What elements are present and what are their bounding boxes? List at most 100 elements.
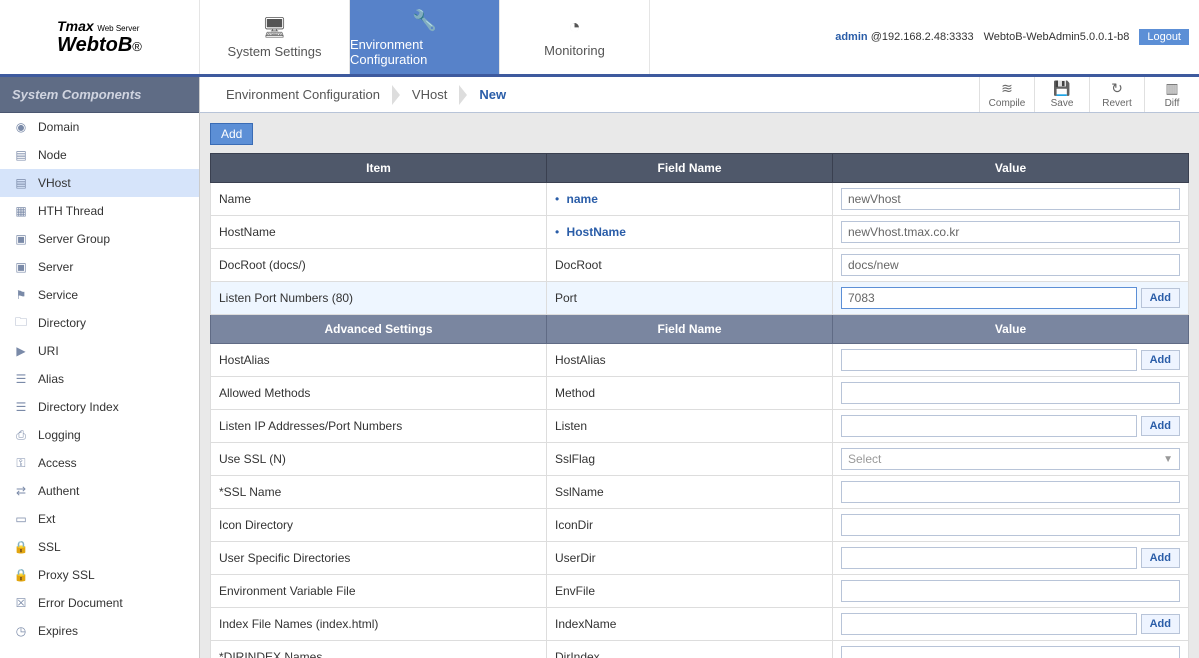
compile-button[interactable]: ≋Compile — [979, 77, 1034, 112]
sidebar-item-label: URI — [38, 344, 59, 358]
nav-tab-system-settings[interactable]: 🖥 System Settings — [200, 0, 350, 74]
sidebar-item-ssl[interactable]: 🔒SSL — [0, 533, 199, 561]
revert-button[interactable]: ↻Revert — [1089, 77, 1144, 112]
field-cell: Port — [547, 282, 833, 315]
add-hostalias-button[interactable]: Add — [1141, 350, 1180, 370]
input-method[interactable] — [841, 382, 1180, 404]
table-row: Listen IP Addresses/Port NumbersListen Ad… — [211, 410, 1189, 443]
tool-label: Save — [1051, 98, 1074, 109]
sidebar-item-service[interactable]: ⚑Service — [0, 281, 199, 309]
sidebar-item-label: Server Group — [38, 232, 110, 246]
field-cell: SslFlag — [547, 443, 833, 476]
sidebar-item-directory[interactable]: 🗀Directory — [0, 309, 199, 337]
add-userdir-button[interactable]: Add — [1141, 548, 1180, 568]
add-indexname-button[interactable]: Add — [1141, 614, 1180, 634]
sidebar-icon: 🔒 — [14, 568, 28, 582]
item-cell: Environment Variable File — [211, 575, 547, 608]
sidebar-icon: ☒ — [14, 596, 28, 610]
input-indexname[interactable] — [841, 613, 1137, 635]
input-userdir[interactable] — [841, 547, 1137, 569]
add-port-button[interactable]: Add — [1141, 288, 1180, 308]
add-button[interactable]: Add — [210, 123, 253, 145]
sidebar-item-server[interactable]: ▣Server — [0, 253, 199, 281]
input-dirindex[interactable] — [841, 646, 1180, 658]
breadcrumb-item[interactable]: New — [467, 77, 526, 112]
nav-tab-icon: 🖥 — [262, 15, 287, 40]
sidebar-icon: ◉ — [14, 120, 28, 134]
sidebar-icon: ▭ — [14, 512, 28, 526]
chevron-down-icon: ▼ — [1163, 454, 1173, 465]
field-cell: Listen — [547, 410, 833, 443]
value-cell — [833, 476, 1189, 509]
value-cell — [833, 641, 1189, 658]
th-adv-value: Value — [833, 315, 1189, 344]
input-listen[interactable] — [841, 415, 1137, 437]
nav-tab-monitoring[interactable]: ◔Monitoring — [500, 0, 650, 74]
field-cell: DocRoot — [547, 249, 833, 282]
sidebar-item-expires[interactable]: ◷Expires — [0, 617, 199, 645]
table-row: User Specific DirectoriesUserDirAdd — [211, 542, 1189, 575]
item-cell: Listen IP Addresses/Port Numbers — [211, 410, 547, 443]
input-icondir[interactable] — [841, 514, 1180, 536]
input-hostalias[interactable] — [841, 349, 1137, 371]
sidebar-item-label: Server — [38, 260, 73, 274]
select-sslflag[interactable]: Select▼ — [841, 448, 1180, 470]
logo: Tmax Web Server WebtoB® — [0, 0, 200, 74]
input-sslname[interactable] — [841, 481, 1180, 503]
input-envfile[interactable] — [841, 580, 1180, 602]
sidebar-item-ext[interactable]: ▭ Ext — [0, 505, 199, 533]
sidebar-item-logging[interactable]: ⎙Logging — [0, 421, 199, 449]
add-listen-button[interactable]: Add — [1141, 416, 1180, 436]
th-adv: Advanced Settings — [211, 315, 547, 344]
breadcrumb-item[interactable]: VHost — [400, 77, 467, 112]
sidebar-item-server-group[interactable]: ▣ Server Group — [0, 225, 199, 253]
value-cell — [833, 509, 1189, 542]
sidebar-icon: ▶ — [14, 344, 28, 358]
breadcrumb-item[interactable]: Environment Configuration — [214, 77, 400, 112]
sidebar-icon: ▣ — [14, 232, 28, 246]
sidebar-item-label: Ext — [38, 512, 55, 526]
field-cell: IndexName — [547, 608, 833, 641]
sidebar-item-authent[interactable]: ⇄Authent — [0, 477, 199, 505]
sidebar-item-label: Node — [38, 148, 67, 162]
sidebar-item-domain[interactable]: ◉Domain — [0, 113, 199, 141]
sidebar-icon: ⚑ — [14, 288, 28, 302]
input-name[interactable] — [841, 188, 1180, 210]
sidebar-item-proxy-ssl[interactable]: 🔒 Proxy SSL — [0, 561, 199, 589]
sidebar-item-label: Access — [38, 456, 77, 470]
item-cell: Use SSL (N) — [211, 443, 547, 476]
sidebar-item-error-document[interactable]: ☒Error Document — [0, 589, 199, 617]
input-port[interactable] — [841, 287, 1137, 309]
item-cell: Name — [211, 183, 547, 216]
brand-reg: ® — [132, 39, 142, 54]
value-cell: Select▼ — [833, 443, 1189, 476]
table-row: Allowed MethodsMethod — [211, 377, 1189, 410]
nav-tab-label: Environment Configuration — [350, 37, 499, 67]
sidebar-item-directory-index[interactable]: ☰Directory Index — [0, 393, 199, 421]
tool-label: Diff — [1165, 98, 1180, 109]
diff-button[interactable]: ▥Diff — [1144, 77, 1199, 112]
nav-tab-label: System Settings — [228, 44, 322, 59]
sidebar-icon: 🗀 — [14, 316, 28, 330]
input-hostname[interactable] — [841, 221, 1180, 243]
field-cell: Method — [547, 377, 833, 410]
sidebar-item-hth-thread[interactable]: ▦HTH Thread — [0, 197, 199, 225]
save-button[interactable]: 💾Save — [1034, 77, 1089, 112]
sidebar-item-uri[interactable]: ▶ URI — [0, 337, 199, 365]
sidebar-item-label: HTH Thread — [38, 204, 104, 218]
revert-icon: ↻ — [1111, 80, 1123, 97]
table-row: *SSL NameSslName — [211, 476, 1189, 509]
logout-button[interactable]: Logout — [1139, 29, 1189, 45]
sidebar-item-access[interactable]: ⚿Access — [0, 449, 199, 477]
field-cell: • name — [547, 183, 833, 216]
value-cell: Add — [833, 608, 1189, 641]
sidebar-item-node[interactable]: ▤Node — [0, 141, 199, 169]
user-link[interactable]: admin — [835, 31, 867, 43]
nav-tab-environment-configuration[interactable]: 🔧Environment Configuration — [350, 0, 500, 74]
sidebar-item-label: Proxy SSL — [38, 568, 95, 582]
sidebar-item-alias[interactable]: ☰Alias — [0, 365, 199, 393]
sidebar-item-vhost[interactable]: ▤VHost — [0, 169, 199, 197]
table-row: Index File Names (index.html)IndexNameAd… — [211, 608, 1189, 641]
input-docroot[interactable] — [841, 254, 1180, 276]
content-scroll[interactable]: Add Item Field Name Value Name• nameHost… — [200, 113, 1199, 658]
